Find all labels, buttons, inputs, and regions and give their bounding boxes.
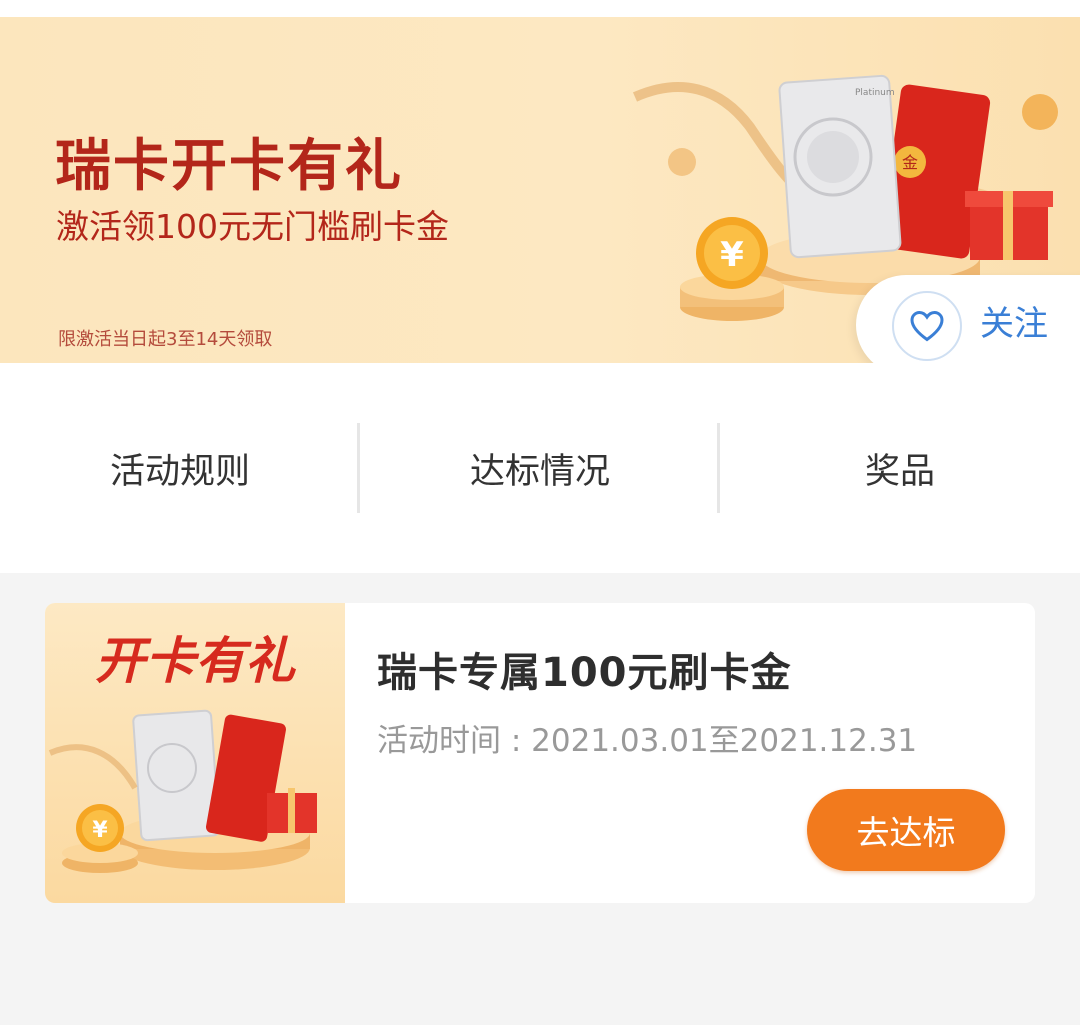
ribbon-decoration — [48, 744, 138, 790]
tab-activity-rules[interactable]: 活动规则 — [0, 423, 360, 513]
heart-icon — [892, 291, 962, 361]
banner-note: 限激活当日起3至14天领取 — [58, 329, 273, 350]
prize-card[interactable]: 开卡有礼 ¥ 瑞卡专属100元刷卡金 活动时间 : 2021.03.01至202… — [45, 603, 1035, 903]
floating-coin — [668, 148, 696, 176]
card-small-text: Platinum — [855, 88, 895, 98]
card-emblem — [807, 131, 859, 183]
envelope-symbol: 金 — [902, 153, 918, 172]
coin-symbol: ¥ — [92, 818, 108, 843]
go-qualify-button[interactable]: 去达标 — [807, 789, 1005, 871]
coin-symbol: ¥ — [720, 235, 744, 275]
tab-progress-status[interactable]: 达标情况 — [360, 423, 720, 513]
thumbnail-illustration: 开卡有礼 ¥ — [48, 632, 317, 873]
prize-title: 瑞卡专属100元刷卡金 — [377, 650, 792, 696]
activity-time: 活动时间 : 2021.03.01至2021.12.31 — [377, 723, 918, 759]
tab-bar: 活动规则 达标情况 奖品 — [0, 363, 1080, 573]
top-strip — [0, 0, 1080, 17]
follow-label: 关注 — [980, 304, 1048, 344]
banner-subtitle: 激活领100元无门槛刷卡金 — [56, 207, 449, 246]
gift-ribbon — [288, 788, 295, 833]
credit-card — [132, 709, 221, 842]
promo-banner: 瑞卡开卡有礼 激活领100元无门槛刷卡金 限激活当日起3至14天领取 ¥ 金 P… — [0, 17, 1080, 363]
banner-title: 瑞卡开卡有礼 — [55, 134, 403, 199]
gift-ribbon — [1003, 191, 1013, 260]
floating-coin — [1022, 94, 1058, 130]
follow-button[interactable]: 关注 — [856, 275, 1080, 363]
thumbnail-title: 开卡有礼 — [95, 632, 297, 690]
tab-prizes[interactable]: 奖品 — [720, 423, 1080, 513]
prize-thumbnail: 开卡有礼 ¥ — [45, 603, 345, 903]
